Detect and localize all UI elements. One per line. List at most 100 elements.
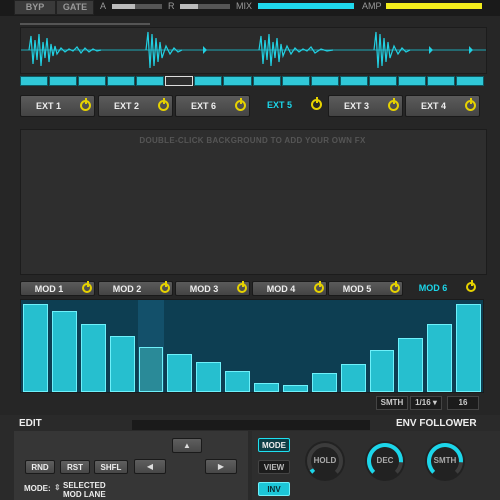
ext-button-6[interactable]: EXT 4 bbox=[405, 95, 480, 117]
sequencer-step[interactable] bbox=[107, 76, 136, 86]
mod-lane[interactable] bbox=[20, 299, 484, 393]
knob-label: SMTH bbox=[433, 456, 457, 465]
power-icon[interactable] bbox=[158, 98, 169, 111]
mod-lane-bar[interactable] bbox=[138, 347, 164, 392]
mod-lane-bar[interactable] bbox=[80, 324, 106, 392]
power-icon[interactable] bbox=[390, 281, 400, 293]
ext-button-4[interactable]: EXT 5 bbox=[252, 95, 327, 117]
power-icon[interactable] bbox=[237, 281, 247, 293]
ext-button-label: EXT 1 bbox=[35, 101, 61, 111]
mod-lane-bar[interactable] bbox=[427, 324, 453, 392]
edit-mode-arrows[interactable]: ⇕ bbox=[54, 483, 61, 492]
power-icon[interactable] bbox=[466, 280, 476, 292]
sequencer-step[interactable] bbox=[397, 76, 426, 86]
sequencer-step[interactable] bbox=[426, 76, 455, 86]
power-icon[interactable] bbox=[465, 98, 476, 111]
mod-lane-bar[interactable] bbox=[167, 354, 193, 392]
amp-slider[interactable] bbox=[386, 3, 482, 9]
env-invert-button[interactable]: INV bbox=[258, 482, 290, 496]
mod-lane-bar[interactable] bbox=[282, 385, 308, 392]
mod-lane-bar[interactable] bbox=[369, 350, 395, 392]
sequencer-step[interactable] bbox=[136, 76, 165, 86]
mod-lane-bar[interactable] bbox=[196, 362, 222, 392]
sequencer-step[interactable] bbox=[165, 76, 194, 86]
power-icon[interactable] bbox=[311, 97, 322, 110]
mod-lane-bar[interactable] bbox=[51, 311, 77, 392]
mod-lane-bar[interactable] bbox=[311, 373, 337, 392]
ext-button-2[interactable]: EXT 2 bbox=[98, 95, 173, 117]
power-icon[interactable] bbox=[388, 98, 399, 111]
edit-mode-label: MODE: bbox=[24, 484, 51, 493]
mod-button-4[interactable]: MOD 4 bbox=[252, 281, 327, 296]
env-knob-dec[interactable]: DEC bbox=[365, 441, 405, 481]
env-view-button[interactable]: VIEW bbox=[258, 460, 290, 474]
up-arrow-button[interactable]: ▲ bbox=[172, 438, 202, 453]
smooth-button[interactable]: SMTH bbox=[376, 396, 408, 410]
header-divider bbox=[132, 420, 370, 430]
reset-button[interactable]: RST bbox=[60, 460, 90, 474]
env-knob-hold[interactable]: HOLD bbox=[305, 441, 345, 481]
knob-label: DEC bbox=[376, 456, 394, 465]
left-arrow-button[interactable]: ◀ bbox=[134, 459, 166, 474]
sequencer-step[interactable] bbox=[194, 76, 223, 86]
power-icon[interactable] bbox=[235, 98, 246, 111]
mod-lane-bar[interactable] bbox=[340, 364, 366, 392]
mix-label: MIX bbox=[236, 1, 253, 11]
attack-slider[interactable] bbox=[112, 4, 162, 9]
ext-button-3[interactable]: EXT 6 bbox=[175, 95, 250, 117]
fx-hint-text: DOUBLE-CLICK BACKGROUND TO ADD YOUR OWN … bbox=[139, 136, 366, 145]
mod-lane-bar[interactable] bbox=[254, 383, 279, 392]
env-mode-button[interactable]: MODE bbox=[258, 438, 290, 452]
waveform-graphic bbox=[21, 31, 486, 69]
mod-button-3[interactable]: MOD 3 bbox=[175, 281, 250, 296]
ext-button-5[interactable]: EXT 3 bbox=[328, 95, 403, 117]
edit-mode-value-1[interactable]: SELECTED bbox=[63, 481, 106, 490]
release-slider-fill bbox=[180, 4, 198, 9]
ext-button-1[interactable]: EXT 1 bbox=[20, 95, 95, 117]
power-icon[interactable] bbox=[80, 98, 91, 111]
env-follower-title: ENV FOLLOWER bbox=[396, 418, 477, 429]
bypass-button[interactable]: BYP bbox=[14, 0, 56, 15]
release-slider[interactable] bbox=[180, 4, 230, 9]
mod-button-6[interactable]: MOD 6 bbox=[405, 280, 480, 296]
rate-select[interactable]: 1/16 ▾ bbox=[410, 396, 442, 410]
ext-button-label: EXT 4 bbox=[420, 101, 446, 111]
mod-button-5[interactable]: MOD 5 bbox=[328, 281, 403, 296]
right-arrow-button[interactable]: ▶ bbox=[205, 459, 237, 474]
waveform-scroll-indicator[interactable] bbox=[20, 23, 150, 25]
sequencer-step[interactable] bbox=[20, 76, 49, 86]
mod-button-2[interactable]: MOD 2 bbox=[98, 281, 173, 296]
ext-button-label: EXT 6 bbox=[190, 101, 216, 111]
sequencer-step[interactable] bbox=[281, 76, 310, 86]
power-icon[interactable] bbox=[160, 281, 170, 293]
sequencer-step[interactable] bbox=[252, 76, 281, 86]
mod-lane-bar[interactable] bbox=[398, 338, 424, 392]
sequencer-step[interactable] bbox=[223, 76, 252, 86]
mod-lane-bar[interactable] bbox=[225, 371, 250, 392]
knob-label: HOLD bbox=[313, 456, 337, 465]
mod-button-label: MOD 2 bbox=[112, 284, 142, 294]
sequencer-step[interactable] bbox=[455, 76, 484, 86]
shuffle-button[interactable]: SHFL bbox=[94, 460, 128, 474]
mod-button-1[interactable]: MOD 1 bbox=[20, 281, 95, 296]
sequencer-step[interactable] bbox=[310, 76, 339, 86]
mod-lane-bar[interactable] bbox=[109, 336, 135, 392]
edit-mode-value-2[interactable]: MOD LANE bbox=[63, 490, 106, 499]
sequencer-step[interactable] bbox=[368, 76, 397, 86]
fx-area[interactable] bbox=[20, 129, 487, 275]
mod-lane-bar[interactable] bbox=[456, 304, 481, 392]
mix-slider[interactable] bbox=[258, 3, 354, 9]
ext-button-label: EXT 3 bbox=[343, 101, 369, 111]
power-icon[interactable] bbox=[82, 281, 92, 293]
sequencer-step[interactable] bbox=[49, 76, 78, 86]
steps-field[interactable]: 16 bbox=[447, 396, 479, 410]
gate-button[interactable]: GATE bbox=[56, 0, 94, 15]
waveform-display[interactable] bbox=[20, 27, 487, 74]
mod-lane-bar[interactable] bbox=[23, 304, 48, 392]
mod-button-label: MOD 3 bbox=[189, 284, 219, 294]
env-knob-smth[interactable]: SMTH bbox=[425, 441, 465, 481]
power-icon[interactable] bbox=[314, 281, 324, 293]
sequencer-step[interactable] bbox=[339, 76, 368, 86]
sequencer-step[interactable] bbox=[78, 76, 107, 86]
random-button[interactable]: RND bbox=[25, 460, 55, 474]
